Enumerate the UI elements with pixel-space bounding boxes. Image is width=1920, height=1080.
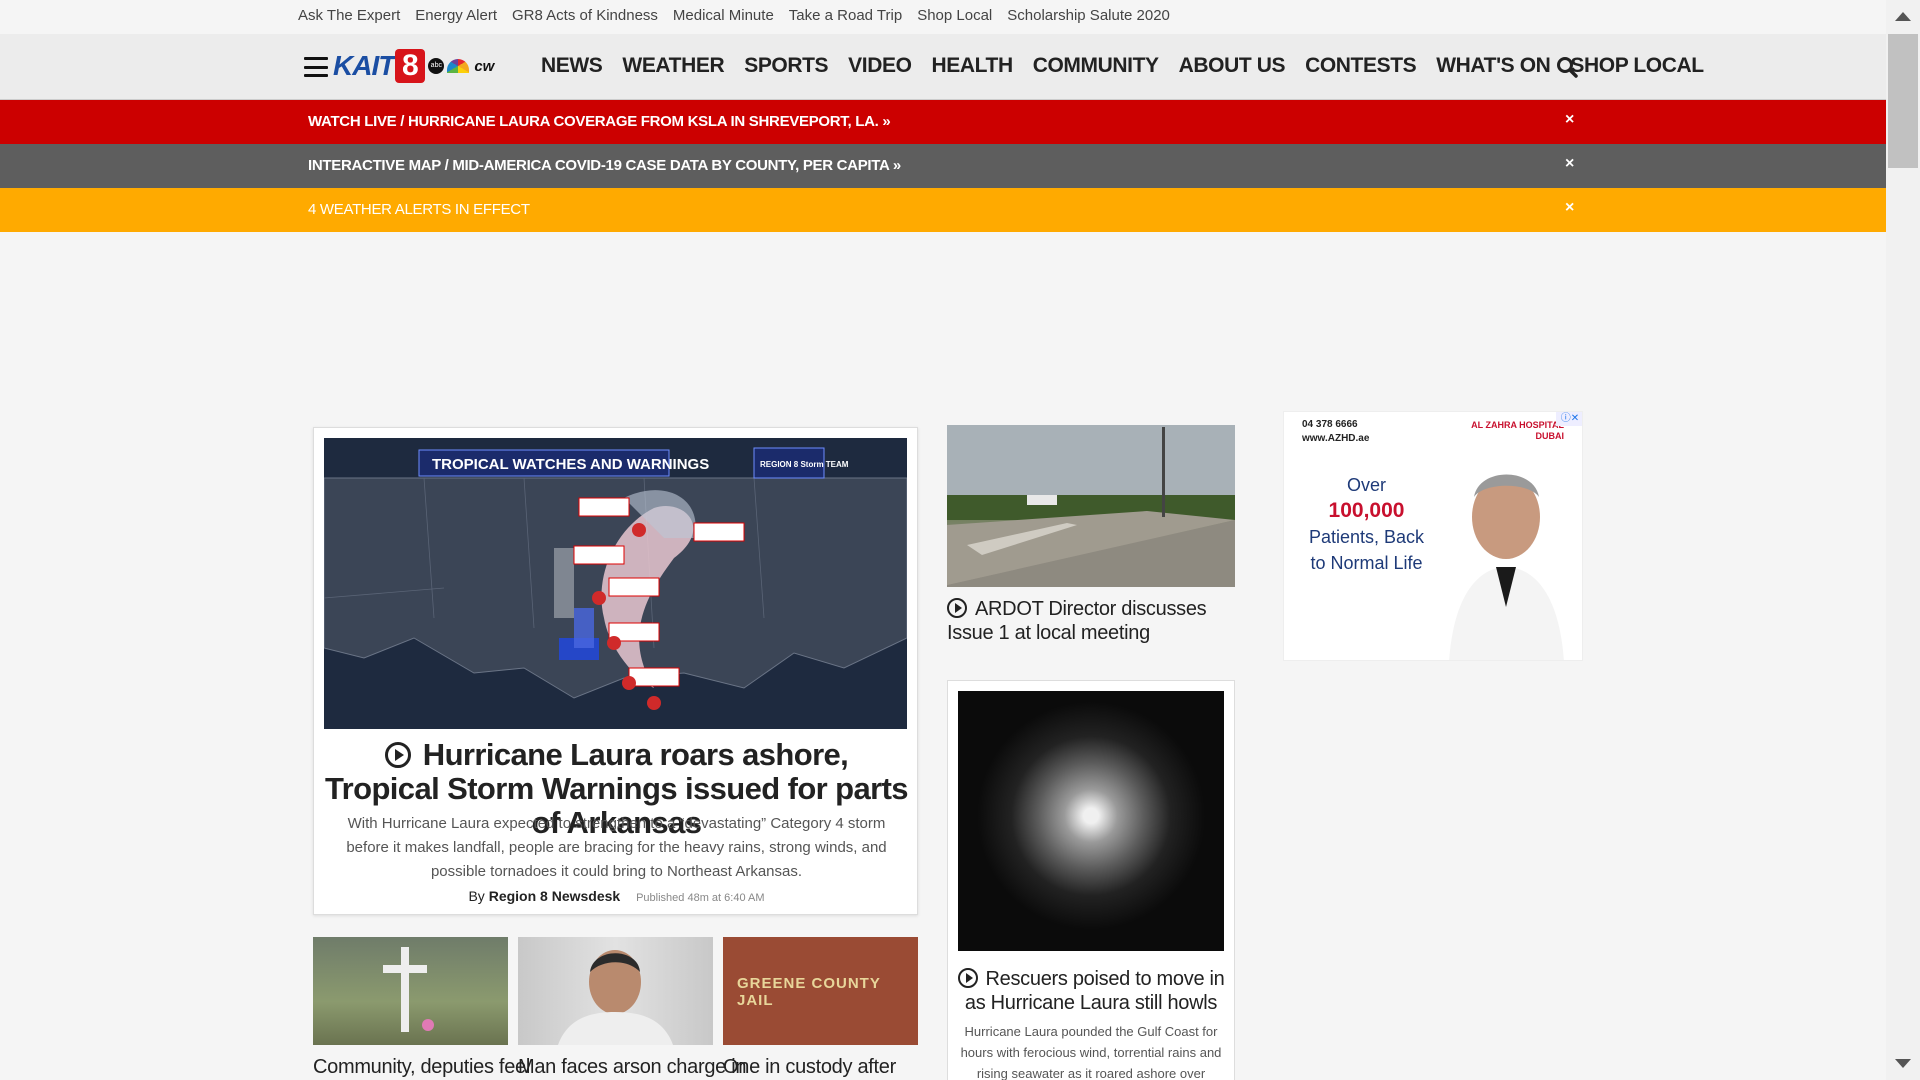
feature-summary: With Hurricane Laura expected to strengt… <box>346 815 887 880</box>
road-photo <box>947 425 1235 587</box>
nav-news[interactable]: NEWS <box>541 54 603 78</box>
abc-logo-icon: abc <box>428 58 445 74</box>
utility-link-shop-local[interactable]: Shop Local <box>917 7 992 24</box>
side-story-2-summary: Hurricane Laura pounded the Gulf Coast f… <box>960 1024 1222 1080</box>
nav-community[interactable]: COMMUNITY <box>1033 54 1159 78</box>
side-story-card-2[interactable]: Rescuers poised to move in as Hurricane … <box>947 680 1235 1080</box>
ad-phone: 04 378 6666 <box>1302 419 1358 430</box>
utility-link-scholarship-salute[interactable]: Scholarship Salute 2020 <box>1007 7 1170 24</box>
ad-hospital-name: AL ZAHRA HOSPITAL DUBAI <box>1471 420 1564 441</box>
scroll-up-icon[interactable] <box>1895 12 1911 21</box>
alert-bar-weather[interactable]: 4 WEATHER ALERTS IN EFFECT × <box>0 188 1886 232</box>
utility-link-medical-minute[interactable]: Medical Minute <box>673 7 774 24</box>
nav-video[interactable]: VIDEO <box>848 54 912 78</box>
scrollbar-thumb[interactable] <box>1888 34 1918 168</box>
thumb-headline[interactable]: One in custody after <box>723 1055 918 1079</box>
utility-link-ask-the-expert[interactable]: Ask The Expert <box>298 7 400 24</box>
side-story-image[interactable] <box>947 425 1235 587</box>
alert-text[interactable]: 4 WEATHER ALERTS IN EFFECT <box>308 201 530 218</box>
thumb-headline[interactable]: Community, deputies feel <box>313 1055 530 1079</box>
utility-links: Ask The Expert Energy Alert GR8 Acts of … <box>298 7 1185 24</box>
nav-shop-local[interactable]: SHOP LOCAL <box>1570 54 1704 78</box>
logo-wordmark: KAIT <box>333 50 395 81</box>
close-icon[interactable]: × <box>1565 155 1574 173</box>
side-story-2-headline-text[interactable]: Rescuers poised to move in as Hurricane … <box>965 968 1225 1014</box>
utility-link-road-trip[interactable]: Take a Road Trip <box>789 7 902 24</box>
video-play-icon <box>957 968 978 988</box>
ad-choices-close-icon[interactable]: ⓘ✕ <box>1556 412 1582 426</box>
map-title: TROPICAL WATCHES AND WARNINGS <box>432 456 709 473</box>
side-story-card[interactable]: ARDOT Director discusses Issue 1 at loca… <box>947 425 1235 645</box>
close-icon[interactable]: × <box>1565 111 1574 129</box>
alert-text[interactable]: INTERACTIVE MAP / MID-AMERICA COVID-19 C… <box>308 157 901 174</box>
side-story-headline-text[interactable]: ARDOT Director discusses Issue 1 at loca… <box>947 598 1207 644</box>
scroll-down-icon[interactable] <box>1895 1059 1911 1068</box>
publish-time: Published 48m at 6:40 AM <box>636 892 765 904</box>
site-logo[interactable]: KAIT 8 abc cw <box>333 48 494 84</box>
thumb-story-3[interactable]: GREENE COUNTY JAIL One in custody after <box>723 937 918 1079</box>
ad-line2: 100,000 <box>1328 499 1405 522</box>
feature-map-image[interactable]: TROPICAL WATCHES AND WARNINGS REGION 8 S… <box>324 438 907 729</box>
alert-bar-live[interactable]: WATCH LIVE / HURRICANE LAURA COVERAGE FR… <box>0 100 1886 144</box>
jail-sign-text: GREENE COUNTY JAIL <box>737 975 881 1009</box>
side-story-2-headline[interactable]: Rescuers poised to move in as Hurricane … <box>956 967 1226 1015</box>
search-icon[interactable] <box>1556 56 1578 78</box>
nav-contests[interactable]: CONTESTS <box>1305 54 1417 78</box>
ad-line4: to Normal Life <box>1310 553 1423 573</box>
hurricane-map-graphic: TROPICAL WATCHES AND WARNINGS REGION 8 S… <box>324 438 907 729</box>
hamburger-menu-icon[interactable] <box>304 57 328 77</box>
nav-sports[interactable]: SPORTS <box>744 54 828 78</box>
side-story-headline[interactable]: ARDOT Director discusses Issue 1 at loca… <box>947 597 1235 645</box>
feature-byline: By Region 8 Newsdesk Published 48m at 6:… <box>314 888 919 904</box>
nav-whats-on[interactable]: WHAT'S ON <box>1436 54 1551 78</box>
page-scrollbar[interactable] <box>1886 0 1920 1080</box>
thumb-headline[interactable]: Man faces arson charge in <box>518 1055 746 1079</box>
ad-doctor-photo <box>1449 474 1564 660</box>
close-icon[interactable]: × <box>1565 199 1574 217</box>
feature-story-card[interactable]: TROPICAL WATCHES AND WARNINGS REGION 8 S… <box>313 427 918 915</box>
utility-bar: Ask The Expert Energy Alert GR8 Acts of … <box>0 0 1886 34</box>
alert-bar-covid-map[interactable]: INTERACTIVE MAP / MID-AMERICA COVID-19 C… <box>0 144 1886 188</box>
ad-line1: Over <box>1346 475 1386 495</box>
cw-logo-icon: cw <box>474 57 495 75</box>
primary-menu: NEWS WEATHER SPORTS VIDEO HEALTH COMMUNI… <box>541 54 1724 78</box>
thumb-image-jail[interactable]: GREENE COUNTY JAIL <box>723 937 918 1045</box>
ad-site: www.AZHD.ae <box>1302 433 1370 444</box>
ad-line3: Patients, Back <box>1308 527 1425 547</box>
thumb-image-cross[interactable] <box>313 937 508 1045</box>
utility-link-gr8-acts[interactable]: GR8 Acts of Kindness <box>512 7 658 24</box>
video-play-icon <box>384 742 411 768</box>
ad-contact: 04 378 6666 www.AZHD.ae <box>1302 418 1369 446</box>
memorial-photo <box>383 947 434 1032</box>
nav-weather[interactable]: WEATHER <box>622 54 724 78</box>
video-play-icon <box>947 598 967 618</box>
nbc-peacock-icon <box>447 59 470 73</box>
author-link[interactable]: Region 8 Newsdesk <box>489 888 621 904</box>
nav-health[interactable]: HEALTH <box>932 54 1014 78</box>
thumb-story-1[interactable]: Community, deputies feel <box>313 937 530 1079</box>
logo-number: 8 <box>395 49 426 83</box>
nav-about-us[interactable]: ABOUT US <box>1179 54 1286 78</box>
ad-copy: Over 100,000 Patients, Back to Normal Li… <box>1284 472 1449 576</box>
utility-link-energy-alert[interactable]: Energy Alert <box>415 7 497 24</box>
advertisement[interactable]: 04 378 6666 www.AZHD.ae AL ZAHRA HOSPITA… <box>1283 411 1583 661</box>
thumb-story-2[interactable]: Man faces arson charge in <box>518 937 746 1079</box>
map-badge: REGION 8 Storm TEAM <box>760 460 849 469</box>
alert-text[interactable]: WATCH LIVE / HURRICANE LAURA COVERAGE FR… <box>308 113 891 130</box>
thumb-image-mugshot[interactable] <box>518 937 713 1045</box>
mugshot-photo <box>558 950 673 1045</box>
satellite-image[interactable] <box>958 691 1224 951</box>
main-nav: KAIT 8 abc cw NEWS WEATHER SPORTS VIDEO … <box>0 34 1886 100</box>
byline-prefix: By <box>468 888 485 904</box>
